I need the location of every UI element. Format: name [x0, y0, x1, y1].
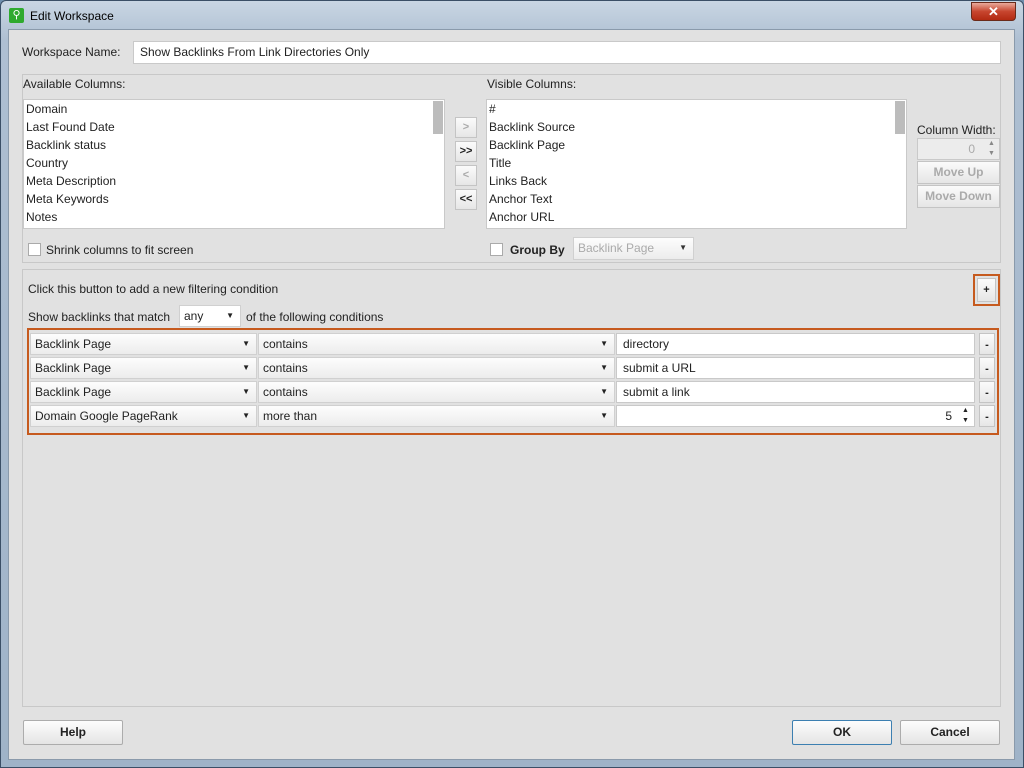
window-title: Edit Workspace [30, 9, 114, 23]
match-value: any [184, 309, 204, 323]
condition-field-dropdown[interactable]: Backlink Page ▼ [30, 381, 257, 403]
shrink-columns-label: Shrink columns to fit screen [46, 243, 194, 257]
list-item[interactable]: Domain [24, 100, 444, 118]
condition-value-input[interactable]: directory [616, 333, 975, 355]
add-condition-button[interactable]: + [977, 278, 996, 302]
visible-columns-list[interactable]: # Backlink Source Backlink Page Title Li… [486, 99, 907, 229]
chevron-down-icon: ▼ [242, 339, 250, 348]
remove-condition-button[interactable]: - [979, 333, 995, 355]
available-columns-list[interactable]: Domain Last Found Date Backlink status C… [23, 99, 445, 229]
condition-operator-value: contains [263, 361, 308, 375]
chevron-down-icon: ▼ [242, 387, 250, 396]
list-item[interactable]: Last Found Date [24, 118, 444, 136]
column-width-label: Column Width: [917, 123, 996, 137]
move-up-button[interactable]: Move Up [917, 161, 1000, 184]
add-column-button[interactable]: > [455, 117, 477, 138]
list-item[interactable]: Title [487, 154, 906, 172]
condition-field-dropdown[interactable]: Backlink Page ▼ [30, 333, 257, 355]
remove-condition-button[interactable]: - [979, 357, 995, 379]
remove-condition-button[interactable]: - [979, 405, 995, 427]
available-columns-label: Available Columns: [23, 77, 126, 91]
condition-operator-dropdown[interactable]: more than ▼ [258, 405, 615, 427]
list-item[interactable]: Meta Keywords [24, 190, 444, 208]
condition-number-spinner[interactable]: 5 [616, 405, 975, 427]
scrollbar-thumb[interactable] [895, 101, 905, 134]
chevron-down-icon: ▼ [600, 363, 608, 372]
list-item[interactable]: Links Back [487, 172, 906, 190]
group-by-dropdown[interactable]: Backlink Page ▼ [573, 237, 694, 260]
remove-condition-button[interactable]: - [979, 381, 995, 403]
list-item[interactable]: # [487, 100, 906, 118]
ok-button[interactable]: OK [792, 720, 892, 745]
close-button[interactable]: ✕ [971, 2, 1016, 21]
condition-field-dropdown[interactable]: Domain Google PageRank ▼ [30, 405, 257, 427]
list-item[interactable]: Notes [24, 208, 444, 226]
scrollbar[interactable] [433, 101, 443, 134]
spinner-arrows-icon[interactable]: ▲ ▼ [958, 406, 973, 426]
condition-value-input[interactable]: submit a URL [616, 357, 975, 379]
spinner-arrows-icon[interactable]: ▲ ▼ [984, 139, 999, 159]
match-suffix: of the following conditions [246, 310, 384, 324]
list-item[interactable]: Meta Description [24, 172, 444, 190]
filter-hint: Click this button to add a new filtering… [28, 282, 279, 296]
workspace-name-input[interactable]: Show Backlinks From Link Directories Onl… [133, 41, 1001, 64]
condition-operator-value: contains [263, 385, 308, 399]
visible-columns-label: Visible Columns: [487, 77, 577, 91]
list-item[interactable]: Backlink Source [487, 118, 906, 136]
shrink-columns-checkbox[interactable] [28, 243, 41, 256]
search-icon: ⚲ [9, 8, 24, 23]
condition-operator-value: contains [263, 337, 308, 351]
chevron-down-icon: ▼ [600, 339, 608, 348]
condition-operator-dropdown[interactable]: contains ▼ [258, 357, 615, 379]
group-by-checkbox[interactable] [490, 243, 503, 256]
condition-operator-value: more than [263, 409, 318, 423]
chevron-down-icon: ▼ [226, 311, 234, 320]
condition-field-value: Backlink Page [35, 385, 112, 399]
chevron-down-icon: ▼ [679, 243, 687, 252]
condition-field-value: Backlink Page [35, 337, 112, 351]
scrollbar-thumb[interactable] [433, 101, 443, 134]
remove-all-columns-button[interactable]: << [455, 189, 477, 210]
list-item[interactable]: Anchor URL [487, 208, 906, 226]
chevron-down-icon: ▼ [600, 411, 608, 420]
condition-field-value: Domain Google PageRank [35, 409, 178, 423]
list-item[interactable]: Anchor Text [487, 190, 906, 208]
condition-operator-dropdown[interactable]: contains ▼ [258, 381, 615, 403]
chevron-down-icon: ▼ [242, 411, 250, 420]
match-dropdown[interactable]: any ▼ [179, 305, 241, 327]
condition-value-input[interactable]: submit a link [616, 381, 975, 403]
list-item[interactable]: Backlink status [24, 136, 444, 154]
title-bar[interactable]: ⚲ Edit Workspace ✕ [1, 1, 1023, 31]
add-all-columns-button[interactable]: >> [455, 141, 477, 162]
list-item[interactable]: Country [24, 154, 444, 172]
scrollbar[interactable] [895, 101, 905, 134]
condition-field-value: Backlink Page [35, 361, 112, 375]
move-down-button[interactable]: Move Down [917, 185, 1000, 208]
help-button[interactable]: Help [23, 720, 123, 745]
match-prefix: Show backlinks that match [28, 310, 171, 324]
chevron-down-icon: ▼ [242, 363, 250, 372]
condition-field-dropdown[interactable]: Backlink Page ▼ [30, 357, 257, 379]
remove-column-button[interactable]: < [455, 165, 477, 186]
chevron-down-icon: ▼ [600, 387, 608, 396]
condition-operator-dropdown[interactable]: contains ▼ [258, 333, 615, 355]
workspace-name-label: Workspace Name: [22, 45, 121, 59]
group-by-value: Backlink Page [578, 241, 655, 255]
list-item[interactable]: Backlink Page [487, 136, 906, 154]
group-by-label: Group By [510, 243, 565, 257]
cancel-button[interactable]: Cancel [900, 720, 1000, 745]
